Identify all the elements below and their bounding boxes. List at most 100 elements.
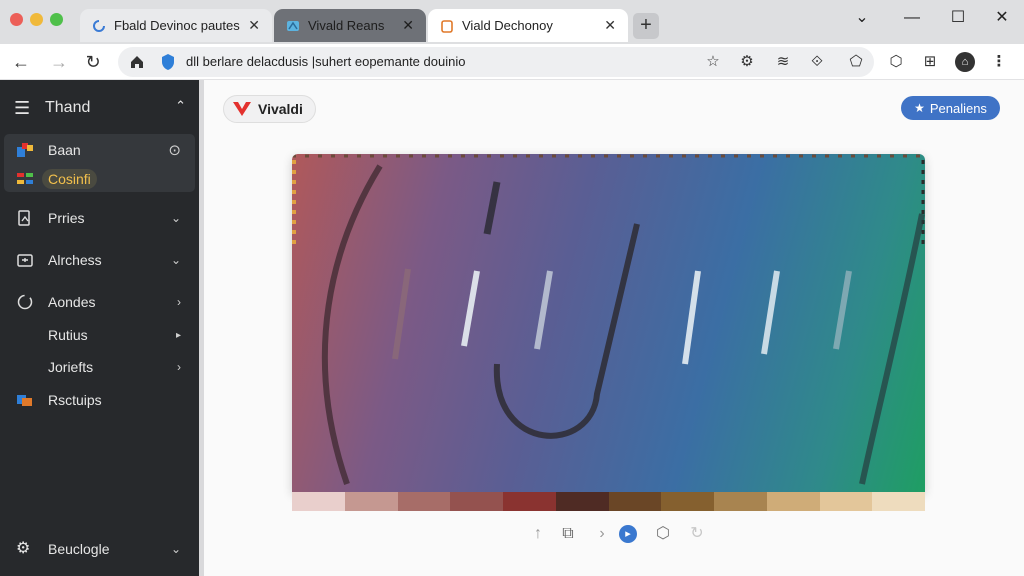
zoom-window-dot[interactable] (50, 13, 63, 26)
chevron-right-icon[interactable]: › (177, 295, 181, 309)
tab-title: Vivald Reans (308, 18, 385, 33)
shield-icon (162, 54, 174, 70)
chevron-right-icon[interactable]: › (177, 360, 181, 374)
caret-right-icon[interactable]: ▸ (176, 330, 181, 341)
menu-kebab-icon[interactable]: ⋮ (989, 52, 1009, 72)
chevron-down-icon[interactable]: ⌄ (171, 253, 181, 267)
sidebar-item-prries[interactable]: Prries ⌄ (4, 203, 195, 233)
minimize-icon[interactable]: — (898, 8, 926, 28)
color-swatch[interactable] (608, 492, 662, 511)
title-bar: Fbald Devinoc pautes ✕ Vivald Reans ✕ Vi… (0, 0, 1024, 44)
tab-1[interactable]: Fbald Devinoc pautes ✕ (80, 9, 272, 42)
forward-arrow-icon[interactable]: → (46, 50, 72, 74)
chevron-up-icon[interactable]: ⌃ (175, 98, 186, 114)
artwork-canvas (292, 154, 925, 492)
sidebar-item-aondes[interactable]: Aondes › (4, 287, 195, 317)
back-arrow-icon[interactable]: ← (8, 50, 34, 74)
new-tab-button[interactable]: + (633, 13, 659, 39)
color-swatch[interactable] (714, 492, 767, 511)
sidebar: ☰ Thand ⌃ Baan ⊙ Cosinfi Prries ⌄ Alrche… (0, 80, 199, 576)
sidebar-header-title: Thand (45, 99, 91, 116)
main-content: Vivaldi ★ Penaliens ↑ ⧉ › ▸ ⬡ ↻ (204, 80, 1024, 576)
tab-2[interactable]: Vivald Reans ✕ (274, 9, 426, 42)
color-swatch[interactable] (555, 492, 609, 511)
sidebar-item-label: Aondes (48, 294, 96, 310)
profile-avatar-icon[interactable]: ⌂ (955, 52, 975, 72)
play-circle-icon[interactable]: ▸ (619, 525, 637, 543)
archive-box-icon (17, 254, 33, 267)
color-swatch[interactable] (819, 492, 873, 511)
color-swatch[interactable] (661, 492, 714, 511)
redo-icon[interactable]: ↻ (686, 523, 708, 545)
colorful-blocks-icon (17, 143, 33, 157)
sidebar-item-label: Rutius (48, 327, 88, 343)
color-swatch[interactable] (292, 492, 345, 511)
hamburger-menu-icon[interactable]: ☰ (14, 98, 30, 119)
panel-icon[interactable]: ⊞ (920, 52, 940, 72)
sidebar-footer-item[interactable]: ⚙ Beuclogle ⌄ (4, 534, 195, 564)
close-tab-icon[interactable]: ✕ (248, 17, 260, 34)
close-tab-icon[interactable]: ✕ (604, 17, 616, 34)
tab-3-active[interactable]: Viald Dechonoy ✕ (428, 9, 628, 42)
sidebar-item-label: Joriefts (48, 359, 94, 375)
color-swatch[interactable] (872, 492, 925, 511)
sidebar-item-rutius[interactable]: Rutius ▸ (4, 320, 195, 350)
puzzle-icon[interactable]: ⬡ (886, 52, 906, 72)
home-icon[interactable] (128, 53, 146, 71)
chevron-right-icon[interactable]: › (591, 523, 613, 545)
tab-title: Viald Dechonoy (462, 18, 553, 33)
sidebar-header[interactable]: ☰ Thand ⌃ (14, 98, 186, 120)
sidebar-item-label: Alrchess (48, 252, 102, 268)
sidebar-item-cosinfi[interactable]: Cosinfi (4, 164, 195, 194)
sidebar-item-baan[interactable]: Baan ⊙ (4, 135, 195, 165)
reader-icon[interactable]: ≋ (773, 52, 793, 72)
sidebar-item-alrchess[interactable]: Alrchess ⌄ (4, 245, 195, 275)
image-card-icon[interactable]: ⧉ (557, 523, 579, 545)
blank-icon (16, 358, 34, 376)
premium-button[interactable]: ★ Penaliens (901, 96, 1000, 120)
sidebar-footer-label: Beuclogle (48, 541, 110, 557)
close-window-dot[interactable] (10, 13, 23, 26)
extension-icon[interactable]: ⬠ (846, 52, 866, 72)
color-swatch-strip (292, 492, 925, 511)
blank-icon (16, 326, 34, 344)
maximize-icon[interactable]: ☐ (944, 8, 972, 28)
navigation-bar: ← → ↻ dll berlare delacdusis |suhert eop… (0, 44, 1024, 80)
share-icon[interactable]: ⟐ (807, 52, 827, 72)
settings-gear-icon[interactable]: ⚙ (737, 52, 757, 72)
address-bar[interactable]: dll berlare delacdusis |suhert eopemante… (118, 47, 874, 77)
cube-icon[interactable]: ⬡ (652, 523, 674, 545)
premium-button-label: Penaliens (929, 100, 987, 116)
brand-name: Vivaldi (258, 101, 303, 117)
chevron-down-icon[interactable]: ⌄ (848, 8, 876, 28)
chevron-down-icon[interactable]: ⌄ (171, 542, 181, 556)
brush-strokes-artwork (292, 154, 925, 485)
reload-icon[interactable]: ↻ (80, 50, 106, 74)
minimize-window-dot[interactable] (30, 13, 43, 26)
sidebar-item-rsctuips[interactable]: Rsctuips (4, 385, 195, 415)
refresh-circle-icon (17, 294, 33, 310)
sidebar-item-label: Prries (48, 210, 85, 226)
url-text: dll berlare delacdusis |suhert eopemante… (186, 54, 466, 69)
gear-icon: ⚙ (16, 540, 31, 557)
arrow-up-icon[interactable]: ↑ (527, 523, 549, 545)
close-tab-icon[interactable]: ✕ (402, 17, 414, 34)
colorful-folder-icon (17, 395, 32, 406)
tab-favicon-icon (441, 19, 453, 33)
brand-badge[interactable]: Vivaldi (223, 95, 316, 123)
color-swatch[interactable] (450, 492, 503, 511)
sidebar-item-joriefts[interactable]: Joriefts › (4, 352, 195, 382)
color-swatch[interactable] (397, 492, 451, 511)
color-swatch[interactable] (344, 492, 398, 511)
status-indicator-icon[interactable]: ⊙ (168, 141, 181, 159)
star-bookmark-icon[interactable]: ☆ (703, 52, 723, 72)
star-icon: ★ (914, 101, 925, 115)
tab-title: Fbald Devinoc pautes (114, 18, 240, 33)
close-icon[interactable]: ✕ (988, 8, 1016, 28)
sidebar-item-label: Baan (48, 142, 81, 158)
tab-favicon-icon (287, 20, 299, 31)
color-swatch[interactable] (503, 492, 556, 511)
chevron-down-icon[interactable]: ⌄ (171, 211, 181, 225)
grid-list-icon (17, 173, 33, 184)
color-swatch[interactable] (766, 492, 820, 511)
